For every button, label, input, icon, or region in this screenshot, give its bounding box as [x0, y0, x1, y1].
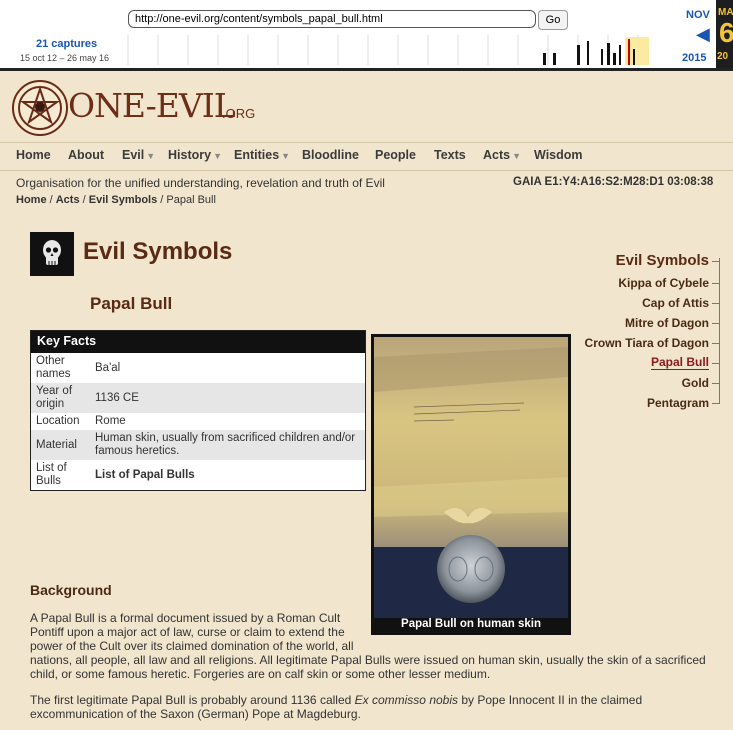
nav-evil[interactable]: Evil ▼ — [122, 148, 155, 162]
wayback-captures-link[interactable]: 21 captures — [36, 38, 97, 50]
wayback-go-button[interactable]: Go — [538, 10, 568, 30]
breadcrumb-acts[interactable]: Acts — [56, 194, 80, 206]
skull-icon — [30, 232, 74, 276]
table-row: Other names Ba'al — [31, 353, 365, 383]
key-facts-box: Key Facts Other names Ba'al Year of origi… — [30, 330, 366, 491]
wayback-timeline-sparkline[interactable] — [122, 35, 682, 65]
breadcrumb: Home / Acts / Evil Symbols / Papal Bull — [16, 194, 216, 206]
background-heading: Background — [30, 582, 112, 598]
wayback-date-range: 15 oct 12 – 26 may 16 — [20, 53, 110, 63]
nav-texts[interactable]: Texts — [434, 148, 466, 162]
background-paragraph-2: The first legitimate Papal Bull is proba… — [30, 693, 720, 721]
wayback-prev-arrow-icon[interactable]: ◀ — [696, 24, 710, 45]
table-row: Material Human skin, usually from sacrifi… — [31, 430, 365, 460]
list-of-papal-bulls-link[interactable]: List of Papal Bulls — [90, 460, 365, 490]
sidebar-item-gold[interactable]: Gold — [682, 376, 709, 390]
wayback-current-capture: MA 6 20 — [716, 0, 733, 68]
sidebar-tick — [712, 343, 720, 344]
wayback-current-year: 20 — [717, 51, 729, 62]
sidebar-tick — [712, 261, 720, 262]
sidebar-tick — [712, 303, 720, 304]
fact-label: List of Bulls — [31, 460, 90, 490]
papal-bull-figure: Papal Bull on human skin — [371, 334, 571, 635]
sidebar-tick — [712, 363, 720, 364]
site-logo-text[interactable]: ONE-EVIL — [68, 86, 236, 125]
nav-home[interactable]: Home — [16, 148, 51, 162]
dropdown-arrow-icon: ▼ — [512, 151, 522, 161]
wayback-url-input[interactable]: http://one-evil.org/content/symbols_papa… — [128, 10, 536, 28]
dropdown-arrow-icon: ▼ — [213, 151, 222, 161]
sidebar-title[interactable]: Evil Symbols — [616, 252, 709, 269]
sidebar-tick — [712, 403, 720, 404]
nav-bloodline[interactable]: Bloodline — [302, 148, 359, 162]
table-row: Location Rome — [31, 413, 365, 430]
sidebar-tick — [712, 323, 720, 324]
fact-label: Material — [31, 430, 90, 460]
sidebar-item-pentagram[interactable]: Pentagram — [647, 396, 709, 410]
site-logo-tld: .ORG — [222, 106, 256, 121]
papal-bull-image[interactable] — [374, 337, 568, 618]
sidebar-item-crown-tiara-of-dagon[interactable]: Crown Tiara of Dagon — [585, 336, 709, 350]
sidebar-tick — [712, 383, 720, 384]
fact-value: Human skin, usually from sacrificed chil… — [90, 430, 365, 460]
nav-people[interactable]: People — [375, 148, 416, 162]
sidebar-item-mitre-of-dagon[interactable]: Mitre of Dagon — [625, 316, 709, 330]
figure-wrap-spacer — [365, 611, 720, 653]
pentagram-logo-icon[interactable] — [12, 80, 68, 136]
site-tagline: Organisation for the unified understandi… — [16, 176, 385, 190]
wayback-prev-year[interactable]: 2015 — [682, 52, 706, 64]
sidebar-tick — [712, 283, 720, 284]
fact-label: Location — [31, 413, 90, 430]
breadcrumb-current: Papal Bull — [166, 194, 216, 206]
nav-about[interactable]: About — [68, 148, 104, 162]
table-row: List of Bulls List of Papal Bulls — [31, 460, 365, 490]
bull-title-italic: Ex commisso nobis — [354, 693, 459, 707]
fact-value: Ba'al — [90, 353, 365, 383]
symbols-sidebar: Evil Symbols Kippa of Cybele Cap of Atti… — [580, 250, 720, 410]
fact-label: Other names — [31, 353, 90, 383]
sidebar-item-papal-bull[interactable]: Papal Bull — [650, 355, 709, 370]
dropdown-arrow-icon: ▼ — [281, 151, 291, 161]
background-paragraph-1: A Papal Bull is a formal document issued… — [30, 611, 720, 681]
fact-value: Rome — [90, 413, 365, 430]
nav-wisdom[interactable]: Wisdom — [534, 148, 583, 162]
fact-label: Year of origin — [31, 383, 90, 413]
wayback-prev-month[interactable]: NOV — [686, 9, 710, 21]
breadcrumb-home[interactable]: Home — [16, 194, 47, 206]
page-title: Evil Symbols — [83, 238, 233, 265]
sidebar-item-kippa-of-cybele[interactable]: Kippa of Cybele — [618, 276, 709, 290]
main-navigation: Home About Evil ▼ History ▼ Entities ▼ Bloo… — [0, 142, 733, 171]
sidebar-item-cap-of-attis[interactable]: Cap of Attis — [642, 296, 709, 310]
gaia-date-readout: GAIA E1:Y4:A16:S2:M28:D1 03:08:38 — [513, 176, 714, 188]
page-subtitle: Papal Bull — [90, 294, 173, 313]
nav-entities[interactable]: Entities ▼ — [234, 148, 290, 162]
wayback-toolbar: http://one-evil.org/content/symbols_papa… — [0, 0, 733, 71]
fact-value: 1136 CE — [90, 383, 365, 413]
dropdown-arrow-icon: ▼ — [146, 151, 156, 161]
nav-history[interactable]: History ▼ — [168, 148, 222, 162]
key-facts-table: Other names Ba'al Year of origin 1136 CE L… — [31, 353, 365, 490]
nav-acts[interactable]: Acts ▼ — [483, 148, 521, 162]
table-row: Year of origin 1136 CE — [31, 383, 365, 413]
breadcrumb-evil-symbols[interactable]: Evil Symbols — [89, 194, 157, 206]
paragraph-text: The first legitimate Papal Bull is proba… — [30, 693, 355, 707]
wayback-current-day: 6 — [719, 17, 733, 48]
key-facts-title: Key Facts — [31, 331, 365, 353]
